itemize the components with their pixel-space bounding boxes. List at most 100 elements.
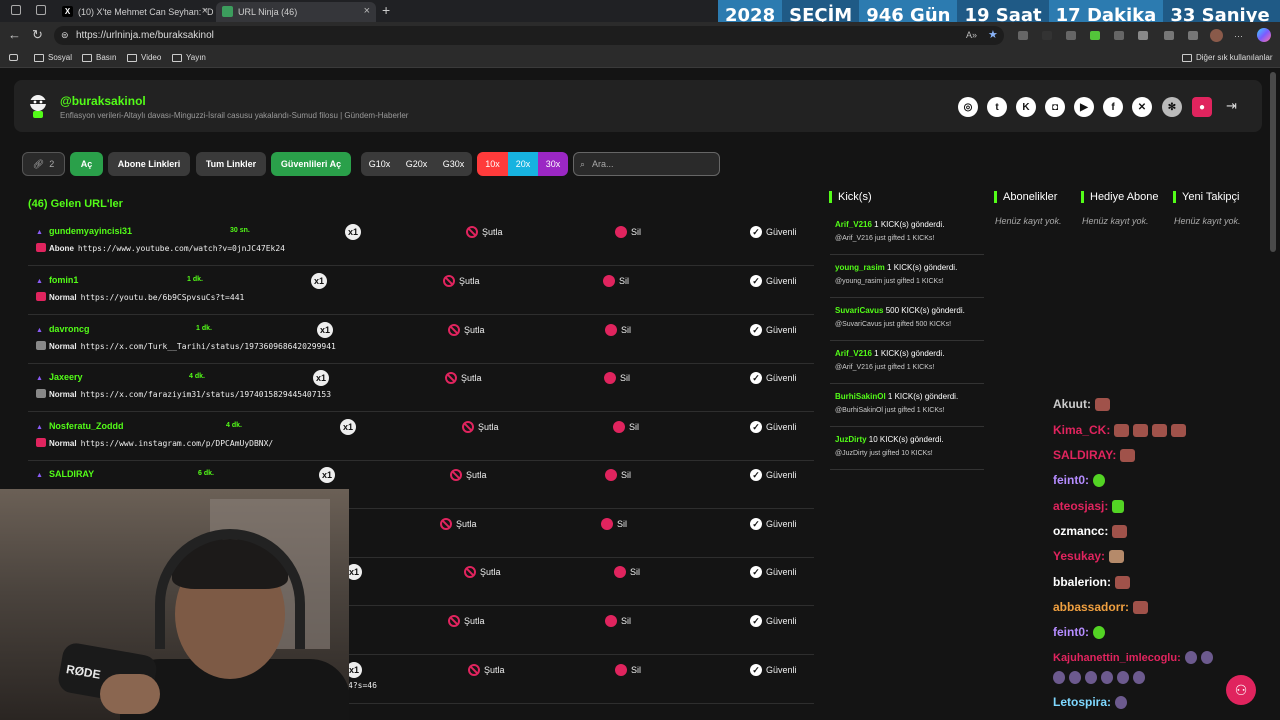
kick-icon[interactable]: K xyxy=(1016,97,1036,117)
ban-button[interactable]: Şutla xyxy=(443,275,480,287)
profile-avatar[interactable] xyxy=(1210,29,1223,42)
row-username[interactable]: Jaxeery xyxy=(36,372,83,382)
row-link[interactable]: 4?s=46 xyxy=(348,681,377,690)
bookmarks-menu-icon[interactable] xyxy=(9,54,18,61)
tab-x[interactable]: X (10) X'te Mehmet Can Seyhan: "D × xyxy=(56,2,214,22)
profile-header: @buraksakinol Enflasyon verileri-Altaylı… xyxy=(14,80,1262,132)
row-link[interactable]: Normal https://www.instagram.com/p/DPCAmU… xyxy=(36,438,273,448)
tab-urlninja[interactable]: URL Ninja (46) × xyxy=(216,2,376,22)
safe-button[interactable]: ✓ Güvenli xyxy=(750,664,797,676)
delete-button[interactable]: Sil xyxy=(605,469,631,481)
bookmark-basin[interactable]: Basın xyxy=(82,53,116,62)
profile-subtitle: Enflasyon verileri-Altaylı davası-Minguz… xyxy=(60,111,409,120)
safe-button[interactable]: ✓ Güvenli xyxy=(750,372,797,384)
ban-button[interactable]: Şutla xyxy=(448,615,485,627)
row-link[interactable]: Normal https://youtu.be/6b9CSpvsuCs?t=441 xyxy=(36,292,244,302)
safe-button[interactable]: ✓ Güvenli xyxy=(750,226,797,238)
delete-button[interactable]: Sil xyxy=(603,275,629,287)
bookmark-video[interactable]: Video xyxy=(127,53,161,62)
row-url: https://www.youtube.com/watch?v=0jnJC47E… xyxy=(77,244,285,253)
extension-icon[interactable] xyxy=(1114,31,1124,40)
favorites-icon[interactable] xyxy=(1164,31,1174,40)
safe-button[interactable]: ✓ Güvenli xyxy=(750,421,797,433)
dribbble-icon[interactable]: ◎ xyxy=(958,97,978,117)
row-link[interactable]: Normal https://x.com/faraziyim31/status/1… xyxy=(36,389,331,399)
favorite-star-icon[interactable]: ★ xyxy=(988,26,998,45)
more-menu-icon[interactable]: ··· xyxy=(1234,31,1243,41)
safe-button[interactable]: ✓ Güvenli xyxy=(750,566,797,578)
10x-button[interactable]: 10x xyxy=(477,152,508,176)
ban-button[interactable]: Şutla xyxy=(440,518,477,530)
extension-icon[interactable] xyxy=(1090,31,1100,40)
row-username[interactable]: davroncg xyxy=(36,324,90,334)
row-username[interactable]: gundemyayincisi31 xyxy=(36,226,132,236)
ban-button[interactable]: Şutla xyxy=(462,421,499,433)
bookmark-other[interactable]: Diğer sık kullanılanlar xyxy=(1182,53,1272,62)
row-link[interactable]: Abone https://www.youtube.com/watch?v=0jn… xyxy=(36,243,285,253)
open-safe-button[interactable]: Güvenlileri Aç xyxy=(271,152,351,176)
g20x-button[interactable]: G20x xyxy=(398,152,435,176)
twitter-icon[interactable]: t xyxy=(987,97,1007,117)
logout-icon[interactable]: ⇥ xyxy=(1226,98,1237,114)
row-username[interactable]: Nosferatu_Zoddd xyxy=(36,421,124,431)
g30x-button[interactable]: G30x xyxy=(435,152,472,176)
delete-button[interactable]: Sil xyxy=(615,664,641,676)
ban-button[interactable]: Şutla xyxy=(448,324,485,336)
extensions-puzzle-icon[interactable] xyxy=(1138,31,1148,40)
search-input[interactable]: ⌕ Ara... xyxy=(573,152,720,176)
close-tab-icon[interactable]: × xyxy=(364,5,370,17)
extension-icon[interactable] xyxy=(1066,31,1076,40)
bookmark-sosyal[interactable]: Sosyal xyxy=(34,53,72,62)
read-aloud-icon[interactable]: A» xyxy=(966,26,977,45)
back-icon[interactable]: ← xyxy=(8,27,21,42)
tab-actions-icon[interactable] xyxy=(36,5,46,15)
extension-icon[interactable] xyxy=(1018,31,1028,40)
delete-button[interactable]: Sil xyxy=(613,421,639,433)
ban-button[interactable]: Şutla xyxy=(468,664,505,676)
delete-button[interactable]: Sil xyxy=(601,518,627,530)
g10x-button[interactable]: G10x xyxy=(361,152,398,176)
safe-button[interactable]: ✓ Güvenli xyxy=(750,275,797,287)
workspaces-icon[interactable] xyxy=(11,5,21,15)
scrollbar[interactable] xyxy=(1270,72,1276,252)
site-info-icon[interactable]: ⊜ xyxy=(61,26,69,45)
delete-button[interactable]: Sil xyxy=(604,372,630,384)
shield-icon[interactable] xyxy=(1188,31,1198,40)
x-icon[interactable]: ✕ xyxy=(1132,97,1152,117)
ban-button[interactable]: Şutla xyxy=(466,226,503,238)
subscriber-links-button[interactable]: Abone Linkleri xyxy=(108,152,190,176)
url-input[interactable]: ⊜ https://urlninja.me/buraksakinol A» ★ xyxy=(54,26,1004,45)
emote-icon xyxy=(1120,448,1136,462)
20x-button[interactable]: 20x xyxy=(508,152,538,176)
30x-button[interactable]: 30x xyxy=(538,152,568,176)
all-links-button[interactable]: Tum Linkler xyxy=(196,152,266,176)
ban-button[interactable]: Şutla xyxy=(445,372,482,384)
new-tab-icon[interactable]: + xyxy=(382,2,390,18)
delete-button[interactable]: Sil xyxy=(615,226,641,238)
copilot-icon[interactable] xyxy=(1257,28,1271,42)
settings-gear-icon[interactable]: ✻ xyxy=(1162,97,1182,117)
bookmark-yayin[interactable]: Yayın xyxy=(172,53,206,62)
row-username[interactable]: fomin1 xyxy=(36,275,79,285)
instagram-icon[interactable]: ◘ xyxy=(1045,97,1065,117)
safe-button[interactable]: ✓ Güvenli xyxy=(750,324,797,336)
row-link[interactable]: Normal https://x.com/Turk__Tarihi/status/… xyxy=(36,341,336,351)
safe-button[interactable]: ✓ Güvenli xyxy=(750,518,797,530)
row-username[interactable]: SALDIRAY xyxy=(36,469,94,479)
ban-button[interactable]: Şutla xyxy=(450,469,487,481)
extension-icon[interactable] xyxy=(1042,31,1052,40)
notify-badge-icon[interactable]: ● xyxy=(1192,97,1212,117)
delete-button[interactable]: Sil xyxy=(605,615,631,627)
close-tab-icon[interactable]: × xyxy=(202,5,208,17)
ban-button[interactable]: Şutla xyxy=(464,566,501,578)
link-count-button[interactable]: 🔗︎ 2 xyxy=(22,152,65,176)
delete-button[interactable]: Sil xyxy=(605,324,631,336)
youtube-icon[interactable]: ▶ xyxy=(1074,97,1094,117)
safe-button[interactable]: ✓ Güvenli xyxy=(750,615,797,627)
delete-button[interactable]: Sil xyxy=(614,566,640,578)
reload-icon[interactable]: ↻ xyxy=(32,27,43,43)
user-switch-fab[interactable]: ⚇ xyxy=(1226,675,1256,705)
safe-button[interactable]: ✓ Güvenli xyxy=(750,469,797,481)
open-button[interactable]: Aç xyxy=(70,152,103,176)
facebook-icon[interactable]: f xyxy=(1103,97,1123,117)
